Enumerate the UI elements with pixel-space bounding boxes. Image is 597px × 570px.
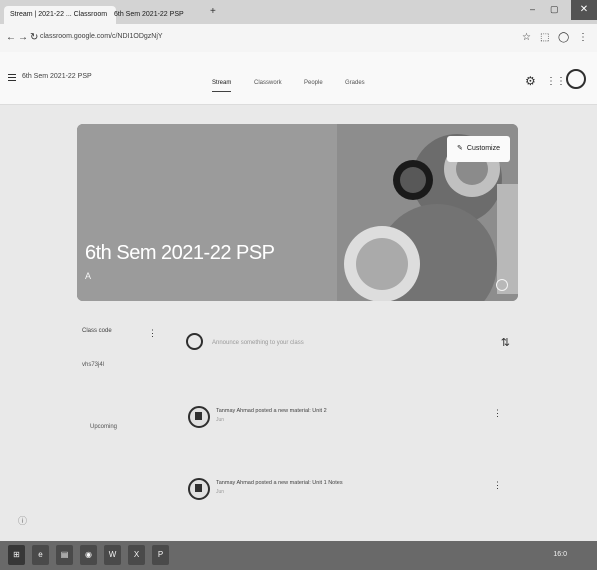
banner-subtitle: A bbox=[85, 271, 92, 281]
info-icon[interactable] bbox=[496, 279, 508, 291]
taskbar: ⊞ e ▤ ◉ W X P 16:0 bbox=[0, 541, 597, 570]
customize-label: Customize bbox=[466, 145, 500, 152]
banner-title: 6th Sem 2021-22 PSP bbox=[85, 242, 275, 264]
minimize-icon[interactable]: – bbox=[530, 4, 535, 14]
classroom-header: 6th Sem 2021-22 PSP Stream Classwork Peo… bbox=[0, 52, 597, 105]
help-icon[interactable]: ⓘ bbox=[18, 514, 27, 527]
stream-post[interactable]: Tanmay Ahmad posted a new material: Unit… bbox=[176, 472, 516, 512]
excel-icon[interactable]: X bbox=[128, 545, 145, 565]
post-more-icon[interactable]: ⋮ bbox=[493, 408, 502, 419]
announce-placeholder: Announce something to your class bbox=[212, 340, 304, 346]
powerpoint-icon[interactable]: P bbox=[152, 545, 169, 565]
back-icon[interactable]: ← bbox=[6, 32, 16, 43]
tab-classwork[interactable]: Classwork bbox=[254, 80, 282, 86]
user-avatar bbox=[186, 333, 203, 350]
class-code-value: vhs73j4l bbox=[82, 362, 105, 368]
class-title[interactable]: 6th Sem 2021-22 PSP bbox=[22, 73, 92, 80]
maximize-icon[interactable]: ▢ bbox=[550, 4, 559, 15]
word-icon[interactable]: W bbox=[104, 545, 121, 565]
menu-icon[interactable] bbox=[8, 74, 16, 83]
class-code-title: Class code bbox=[82, 328, 112, 334]
bookmark-icon[interactable]: ☆ bbox=[522, 32, 531, 43]
browser-tab-class[interactable]: 6th Sem 2021-22 PSP bbox=[108, 6, 210, 24]
profile-icon[interactable]: ◯ bbox=[558, 32, 569, 43]
settings-icon[interactable]: ⚙ bbox=[525, 74, 536, 88]
apps-grid-icon[interactable]: ⋮⋮ bbox=[546, 76, 566, 87]
chrome-icon[interactable]: ◉ bbox=[80, 545, 97, 565]
upcoming-label: Upcoming bbox=[90, 424, 118, 430]
folder-icon[interactable]: ▤ bbox=[56, 545, 73, 565]
address-bar: ← → ↻ classroom.google.com/c/NDI1ODgzNjY… bbox=[0, 24, 597, 52]
tab-grades[interactable]: Grades bbox=[345, 80, 365, 86]
account-avatar[interactable] bbox=[566, 69, 586, 89]
forward-icon[interactable]: → bbox=[18, 32, 28, 43]
class-code-card: Class code ⋮ vhs73j4l bbox=[82, 328, 160, 384]
reload-icon[interactable]: ↻ bbox=[30, 32, 38, 43]
post-title: Tanmay Ahmad posted a new material: Unit… bbox=[216, 480, 343, 486]
new-tab-button[interactable]: + bbox=[210, 6, 216, 17]
post-title: Tanmay Ahmad posted a new material: Unit… bbox=[216, 408, 327, 414]
repost-icon[interactable]: ⇅ bbox=[501, 336, 510, 349]
post-date: Jun bbox=[216, 489, 225, 495]
ie-icon[interactable]: e bbox=[32, 545, 49, 565]
window-close-button[interactable]: ✕ bbox=[571, 0, 597, 20]
post-date: Jun bbox=[216, 417, 225, 423]
material-icon bbox=[188, 406, 210, 428]
material-icon bbox=[188, 478, 210, 500]
browser-tab-stream[interactable]: Stream | 2021-22 ... Classroom bbox=[4, 6, 116, 24]
stream-post[interactable]: Tanmay Ahmad posted a new material: Unit… bbox=[176, 400, 516, 440]
post-more-icon[interactable]: ⋮ bbox=[493, 480, 502, 491]
extensions-icon[interactable]: ⬚ bbox=[540, 32, 549, 43]
pencil-icon: ✎ bbox=[457, 145, 463, 152]
tab-title: Stream | 2021-22 ... Classroom bbox=[10, 11, 108, 18]
tab-stream[interactable]: Stream bbox=[212, 80, 232, 92]
announce-box[interactable]: Announce something to your class ⇅ bbox=[176, 328, 516, 358]
clock[interactable]: 16:0 bbox=[553, 551, 567, 558]
tab-title: 6th Sem 2021-22 PSP bbox=[114, 11, 184, 18]
url-input[interactable]: classroom.google.com/c/NDI1ODgzNjY bbox=[40, 33, 163, 40]
start-button[interactable]: ⊞ bbox=[8, 545, 25, 565]
more-options-icon[interactable]: ⋮ bbox=[148, 328, 157, 339]
tab-people[interactable]: People bbox=[304, 80, 323, 86]
class-banner: ✎ Customize 6th Sem 2021-22 PSP A bbox=[77, 124, 518, 301]
browser-tab-strip: Stream | 2021-22 ... Classroom 6th Sem 2… bbox=[0, 0, 597, 24]
customize-button[interactable]: ✎ Customize bbox=[447, 136, 510, 162]
browser-menu-icon[interactable]: ⋮ bbox=[578, 32, 588, 43]
